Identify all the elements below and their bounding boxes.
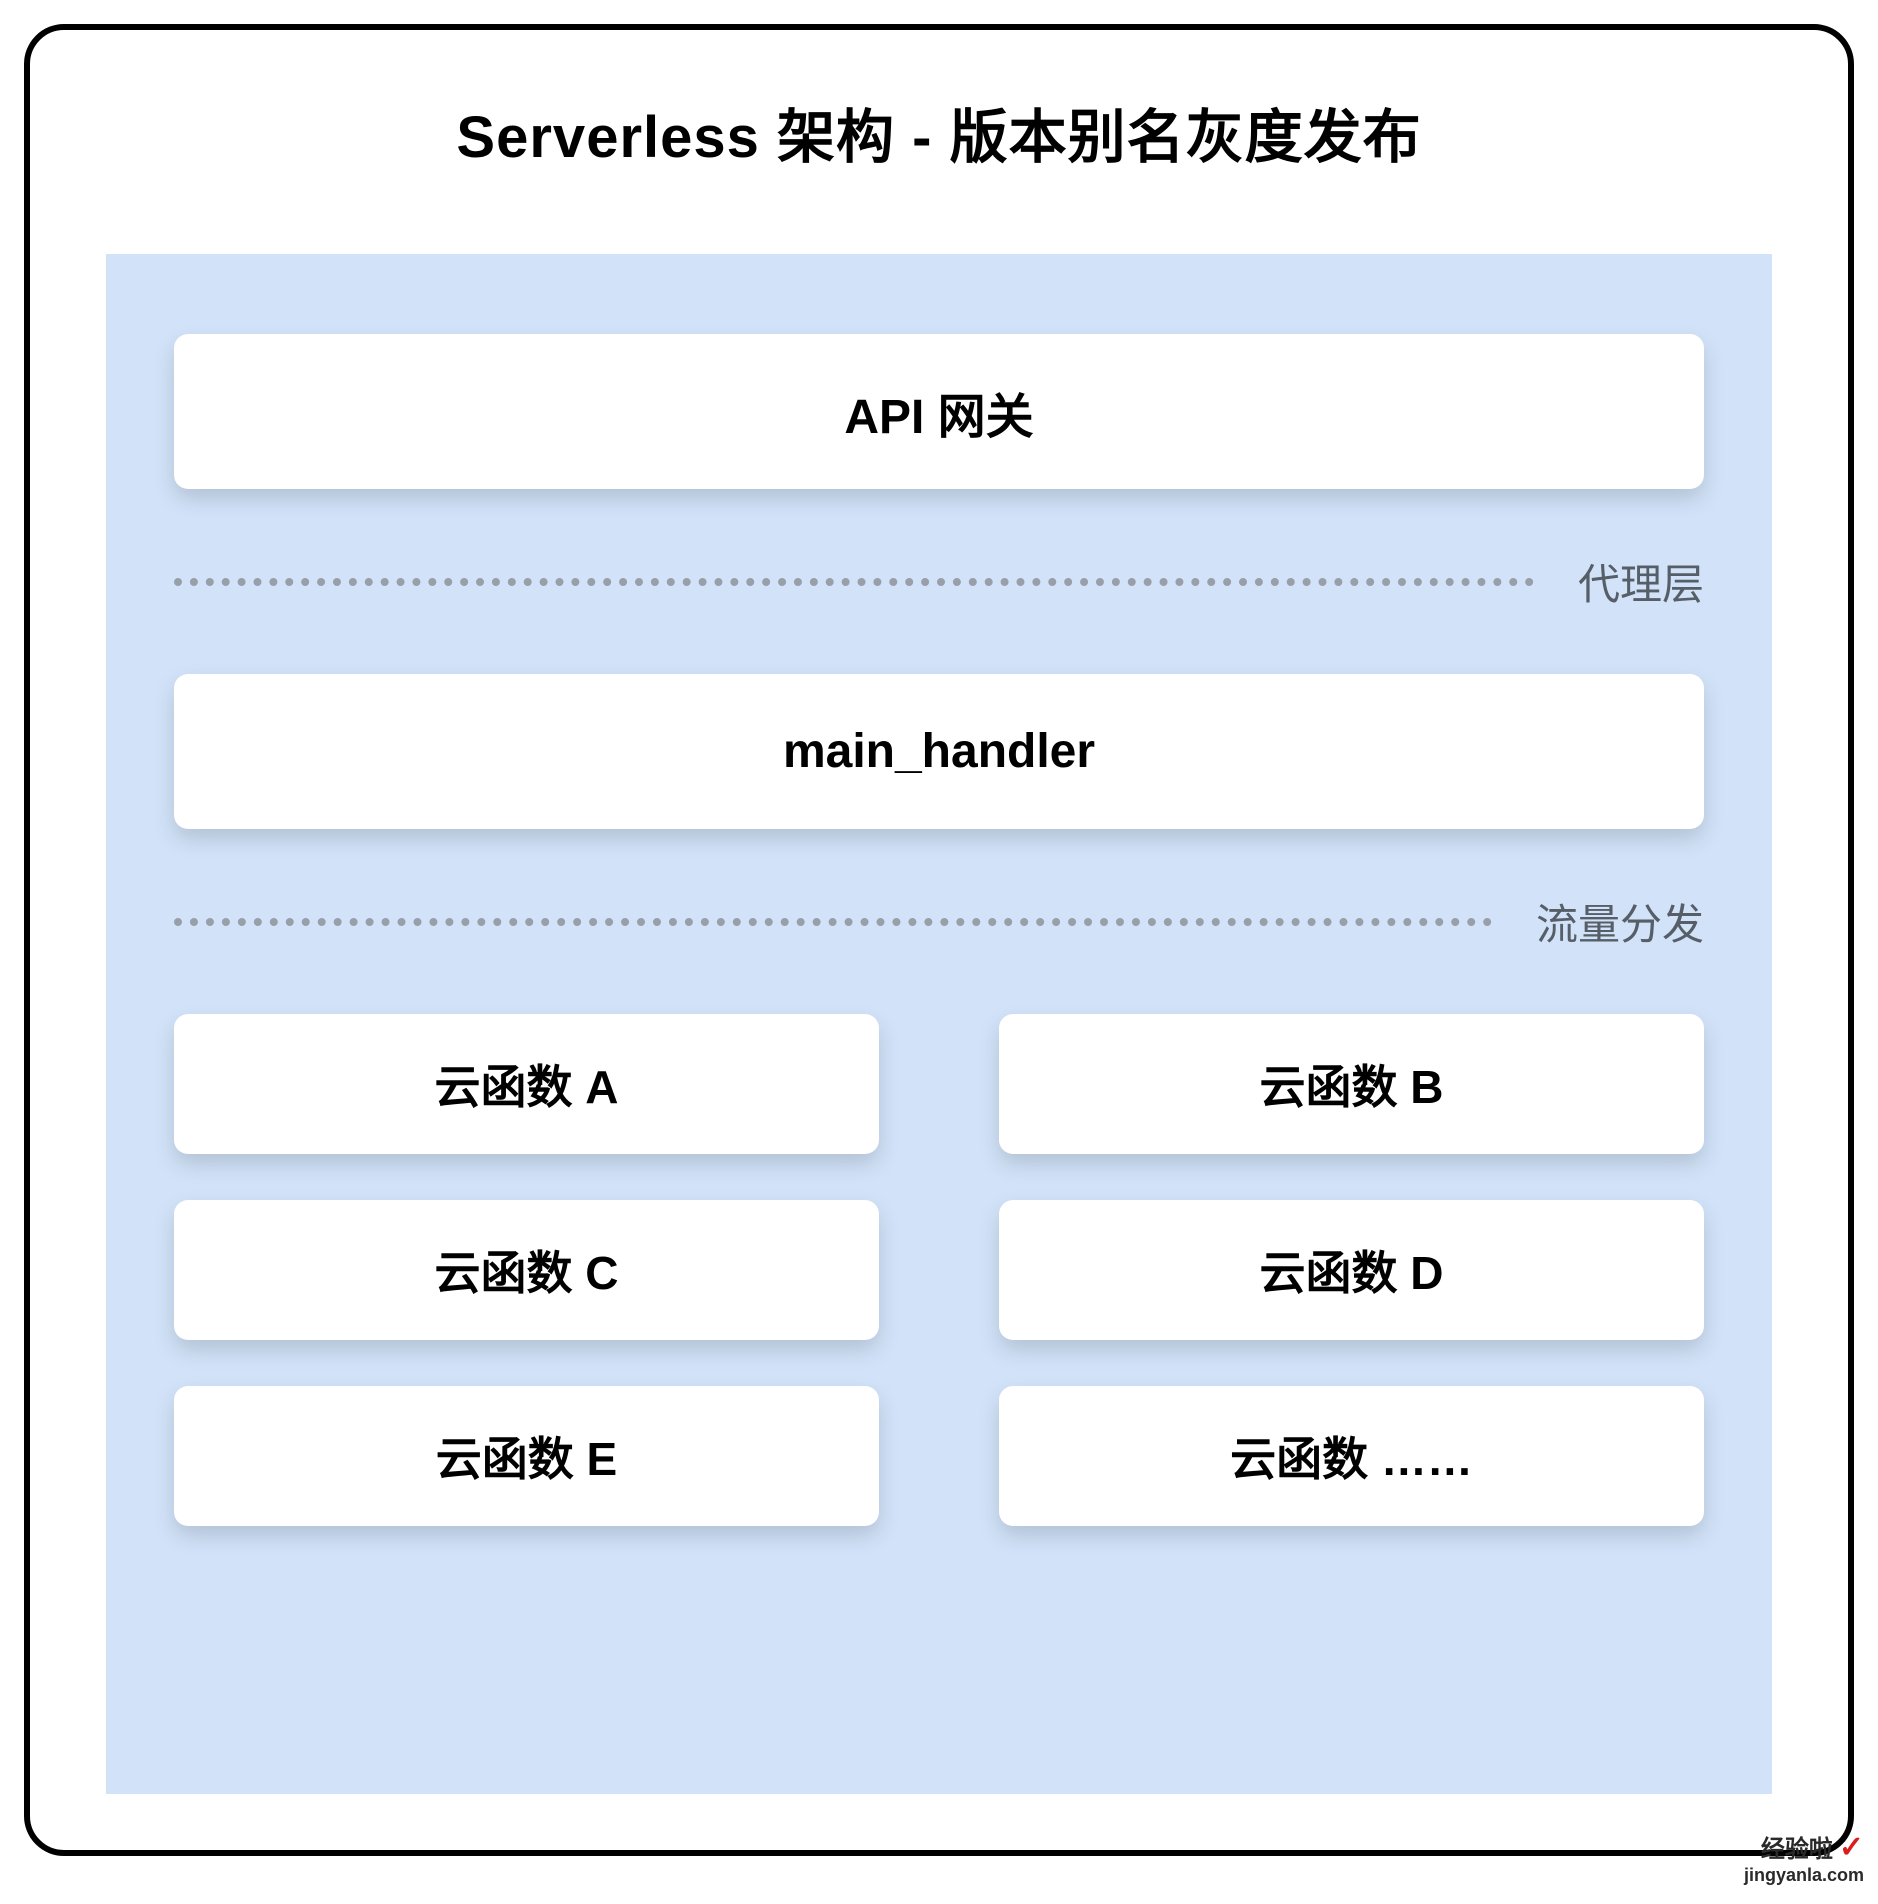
proxy-divider: 代理层	[174, 551, 1704, 612]
divider-line	[174, 578, 1534, 586]
cloud-function-a: 云函数 A	[174, 1014, 879, 1154]
function-label: 云函数 B	[1260, 1051, 1444, 1117]
traffic-divider: 流量分发	[174, 891, 1704, 952]
function-label: 云函数 E	[436, 1423, 617, 1489]
api-gateway-label: API 网关	[844, 377, 1033, 447]
diagram-frame: Serverless 架构 - 版本别名灰度发布 API 网关 代理层 main…	[24, 24, 1854, 1856]
functions-grid: 云函数 A 云函数 B 云函数 C 云函数 D 云函数 E 云函数 ……	[174, 1014, 1704, 1526]
watermark: 经验啦 ✓ jingyanla.com	[1744, 1831, 1864, 1886]
function-label: 云函数 C	[435, 1237, 619, 1303]
proxy-label: 代理层	[1578, 551, 1704, 612]
divider-line	[174, 918, 1492, 926]
function-label: 云函数 A	[435, 1051, 619, 1117]
cloud-function-more: 云函数 ……	[999, 1386, 1704, 1526]
watermark-domain: jingyanla.com	[1744, 1866, 1864, 1886]
cloud-function-c: 云函数 C	[174, 1200, 879, 1340]
traffic-label: 流量分发	[1536, 891, 1704, 952]
check-icon: ✓	[1839, 1831, 1864, 1864]
function-label: 云函数 ……	[1230, 1423, 1473, 1489]
architecture-container: API 网关 代理层 main_handler 流量分发 云函数 A 云函数 B…	[106, 254, 1772, 1794]
diagram-title: Serverless 架构 - 版本别名灰度发布	[106, 90, 1772, 174]
cloud-function-d: 云函数 D	[999, 1200, 1704, 1340]
function-label: 云函数 D	[1260, 1237, 1444, 1303]
cloud-function-e: 云函数 E	[174, 1386, 879, 1526]
main-handler-box: main_handler	[174, 674, 1704, 829]
watermark-brand: 经验啦	[1761, 1837, 1833, 1863]
cloud-function-b: 云函数 B	[999, 1014, 1704, 1154]
main-handler-label: main_handler	[783, 724, 1095, 779]
api-gateway-box: API 网关	[174, 334, 1704, 489]
